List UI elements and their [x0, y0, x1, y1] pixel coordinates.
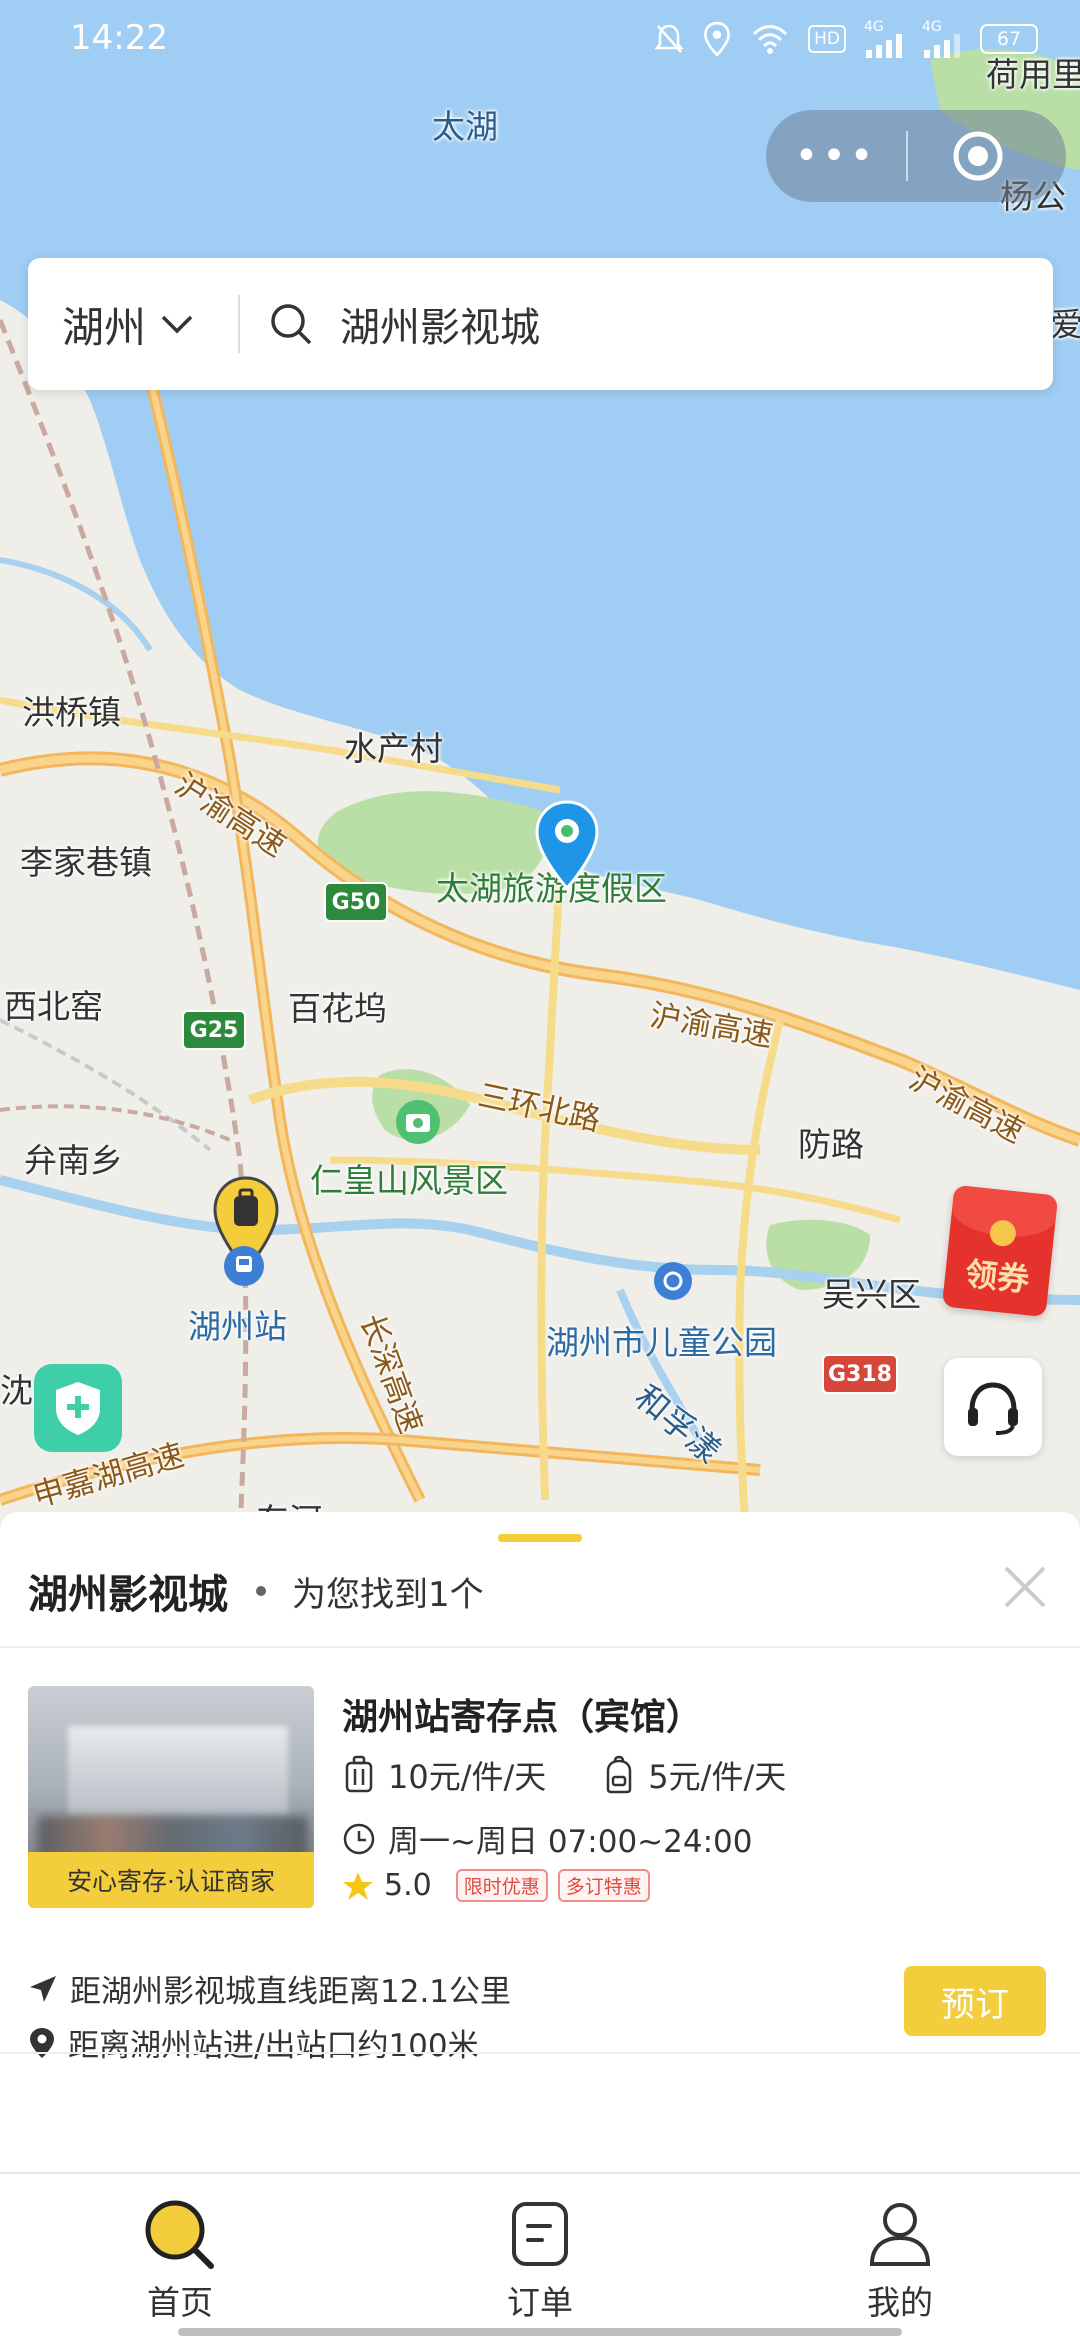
hours-row: 周一~周日 07:00~24:00 — [342, 1816, 752, 1861]
straight-distance: 距湖州影视城直线距离12.1公里 — [70, 1974, 512, 2010]
certified-badge: 安心寄存·认证商家 — [28, 1852, 314, 1908]
headset-icon — [968, 1382, 1018, 1435]
safety-button[interactable] — [34, 1364, 122, 1452]
target-icon — [953, 131, 1003, 181]
tab-home[interactable]: 首页 — [0, 2174, 360, 2340]
net1-label: 4G — [864, 19, 884, 35]
rating-value: 5.0 — [384, 1868, 432, 1903]
map-label-shen: 沈 — [0, 1371, 33, 1410]
map-label-xibeiyao: 西北窑 — [4, 987, 103, 1026]
navigation-arrow-icon — [30, 1975, 56, 2002]
backpack-icon — [607, 1755, 632, 1794]
highway-shield-g50: G50 — [324, 882, 388, 922]
search-input[interactable] — [338, 300, 988, 348]
distance-row: 距湖州影视城直线距离12.1公里 — [28, 1966, 511, 2011]
highway-shield-g318: G318 — [822, 1354, 898, 1394]
storage-photo: 安心寄存·认证商家 — [28, 1686, 314, 1908]
status-bar: 14:22 HD 4G 4G 67 — [0, 0, 1080, 80]
map-label-station: 湖州站 — [188, 1307, 287, 1346]
header-dot — [256, 1586, 266, 1596]
net2-label: 4G — [922, 19, 942, 35]
tag-limited-offer: 限时优惠 — [455, 1869, 548, 1902]
suitcase-icon — [345, 1755, 373, 1793]
results-title: 湖州影视城 — [28, 1572, 228, 1618]
scenic-camera-icon — [396, 1100, 440, 1144]
battery-icon: 67 — [980, 24, 1038, 54]
clock-icon — [343, 1823, 375, 1854]
location-pin-icon[interactable] — [534, 800, 600, 892]
train-station-icon — [224, 1246, 264, 1286]
results-panel: 湖州影视城 为您找到1个 安心寄存·认证商家 湖州站寄存点（宾馆） 10元/件/… — [0, 1512, 1080, 2172]
map-label-wuxing: 吴兴区 — [822, 1275, 921, 1314]
status-time: 14:22 — [70, 18, 168, 58]
opening-hours: 周一~周日 07:00~24:00 — [388, 1824, 753, 1860]
tab-orders-label: 订单 — [507, 2283, 573, 2322]
map-label-renhuang: 仁皇山风景区 — [310, 1161, 508, 1200]
exit-distance: 距离湖州站进/出站口约100米 — [68, 2028, 479, 2064]
coupon-label: 领券 — [963, 1254, 1032, 1300]
customer-service-button[interactable] — [944, 1358, 1042, 1456]
signal-2-icon: 4G — [922, 20, 962, 58]
search-icon — [271, 304, 312, 345]
close-icon[interactable] — [1000, 1562, 1050, 1612]
price-row: 10元/件/天 5元/件/天 — [342, 1752, 786, 1798]
home-search-icon — [145, 2200, 214, 2269]
book-button[interactable]: 预订 — [904, 1966, 1046, 2036]
search-bar: 湖州 — [28, 258, 1053, 390]
price-small-luggage: 5元/件/天 — [648, 1758, 787, 1796]
hd-badge: HD — [808, 25, 846, 53]
rating-row: 5.0 限时优惠 多订特惠 — [342, 1868, 650, 1903]
price-large-luggage: 10元/件/天 — [388, 1758, 547, 1796]
map-label-fanglu: 防路 — [798, 1125, 864, 1164]
tab-home-label: 首页 — [147, 2283, 213, 2322]
city-selector[interactable]: 湖州 — [28, 294, 238, 355]
more-menu-button[interactable]: ••• — [766, 110, 906, 202]
map-label-ai: 爱 — [1050, 305, 1080, 344]
star-icon — [343, 1871, 373, 1900]
map-marker-icon — [30, 2027, 54, 2058]
tab-bar: 首页 订单 我的 — [0, 2172, 1080, 2340]
results-count: 为您找到1个 — [292, 1574, 484, 1615]
results-header: 湖州影视城 为您找到1个 — [28, 1562, 484, 1620]
coupon-button[interactable]: 领券 — [941, 1184, 1059, 1318]
map-label-lijiaxiang: 李家巷镇 — [20, 843, 152, 882]
search-field[interactable] — [240, 300, 1053, 348]
home-indicator[interactable] — [178, 2328, 902, 2336]
storage-name: 湖州站寄存点（宾馆） — [342, 1697, 703, 1738]
miniprogram-capsule: ••• — [766, 110, 1066, 202]
tab-orders[interactable]: 订单 — [360, 2174, 720, 2340]
storage-result-card[interactable]: 安心寄存·认证商家 湖州站寄存点（宾馆） 10元/件/天 5元/件/天 周一~周… — [0, 1648, 1080, 2064]
park-icon — [654, 1262, 692, 1300]
user-icon — [869, 2203, 931, 2266]
map-view[interactable]: 太湖 荷用里 杨公 爱 洪桥镇 水产村 沪渝高速 李家巷镇 太湖旅游度假区 西北… — [0, 0, 1080, 1530]
chevron-down-icon — [161, 315, 193, 334]
wifi-icon — [753, 25, 788, 54]
tab-profile-label: 我的 — [867, 2283, 933, 2322]
shield-plus-icon — [56, 1382, 100, 1435]
close-miniprogram-button[interactable] — [908, 110, 1048, 202]
map-label-biannan: 弁南乡 — [24, 1141, 123, 1180]
signal-1-icon: 4G — [864, 20, 904, 58]
exit-distance-row: 距离湖州站进/出站口约100米 — [28, 2020, 479, 2065]
highway-shield-g25: G25 — [182, 1010, 246, 1050]
tab-profile[interactable]: 我的 — [720, 2174, 1080, 2340]
card-divider — [0, 2052, 1080, 2054]
map-label-hongqiao: 洪桥镇 — [22, 693, 121, 732]
order-document-icon — [512, 2202, 568, 2266]
map-label-taihu: 太湖 — [432, 107, 498, 146]
location-icon — [704, 21, 731, 57]
city-name: 湖州 — [62, 302, 147, 352]
map-label-shuichan: 水产村 — [344, 729, 443, 768]
tag-multi-order: 多订特惠 — [557, 1869, 650, 1902]
map-label-baihuawu: 百花坞 — [288, 989, 387, 1028]
bell-muted-icon — [654, 24, 684, 53]
map-label-kids-park: 湖州市儿童公园 — [546, 1323, 777, 1362]
drag-handle[interactable] — [498, 1534, 582, 1542]
